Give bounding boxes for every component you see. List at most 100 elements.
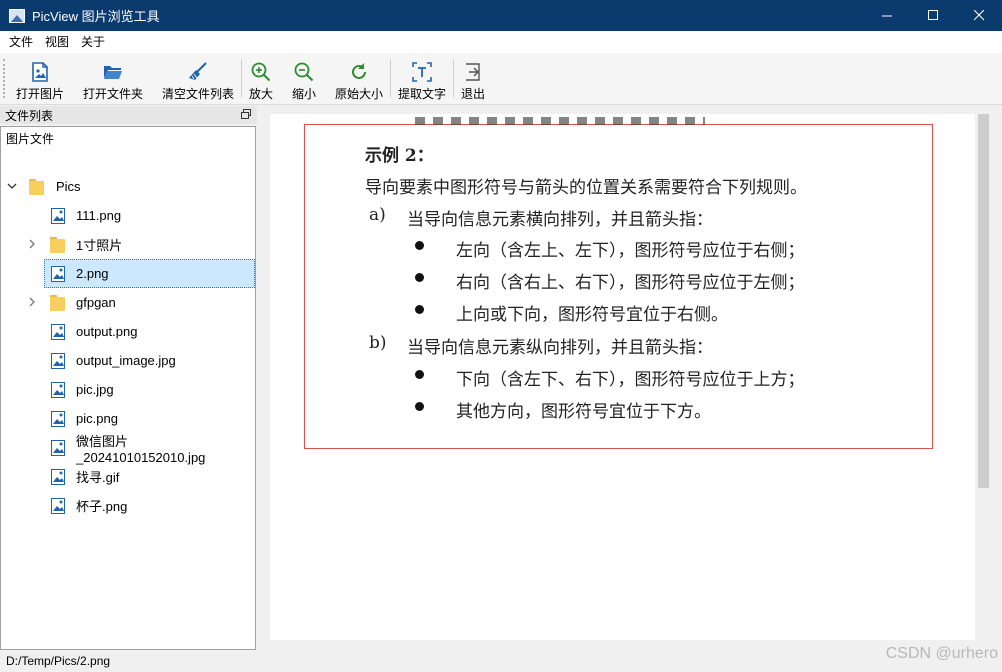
dock-title: 文件列表 <box>5 108 54 123</box>
tree-item-cup-png[interactable]: 杯子.png <box>44 491 255 520</box>
doc-marker-b: b) <box>369 333 387 353</box>
doc-bullet: 下向（含左下、右下），图形符号应位于上方； <box>456 370 805 390</box>
tree-item-label: Pics <box>56 179 81 194</box>
doc-bullet: 上向或下向，图形符号宜位于右侧。 <box>456 305 728 325</box>
file-list-dock: 文件列表 图片文件 Pics 111.png 1寸照片 2.png gfpgan… <box>0 106 257 650</box>
folder-icon <box>50 293 65 311</box>
tree-item-label: output_image.jpg <box>76 353 176 368</box>
tree-item-wechat-image[interactable]: 微信图片_20241010152010.jpg <box>44 433 255 465</box>
tree-item-label: 2.png <box>76 266 109 281</box>
app-icon <box>9 8 25 23</box>
image-file-icon <box>51 381 65 398</box>
minimize-button[interactable] <box>864 0 910 31</box>
menu-file[interactable]: 文件 <box>3 31 39 53</box>
chevron-down-icon[interactable] <box>6 180 18 192</box>
tree-item-find-gif[interactable]: 找寻.gif <box>44 462 255 491</box>
image-file-icon <box>51 265 65 282</box>
tree-item-label: 杯子.png <box>76 499 128 514</box>
bullet-icon <box>415 402 424 411</box>
toolbar-separator <box>390 59 391 98</box>
tree-folder-gfpgan[interactable]: gfpgan <box>1 288 255 317</box>
menu-bar: 文件 视图 关于 <box>0 31 1002 53</box>
close-button[interactable] <box>956 0 1002 31</box>
tree-item-output-image-jpg[interactable]: output_image.jpg <box>44 346 255 375</box>
title-bar: PicView 图片浏览工具 <box>0 0 1002 31</box>
zoom-out-button[interactable]: 缩小 <box>291 53 317 104</box>
toolbar: 打开图片 打开文件夹 清空文件列表 放大 缩小 原始大小 提取文字 退出 <box>0 53 1002 105</box>
open-image-icon <box>29 61 51 83</box>
zoom-out-icon <box>293 61 315 83</box>
image-file-icon <box>51 352 65 369</box>
vertical-scrollbar[interactable] <box>975 114 992 640</box>
image-file-icon <box>51 439 65 456</box>
extract-text-button[interactable]: 提取文字 <box>397 53 447 104</box>
image-file-icon <box>51 468 65 485</box>
chevron-right-icon[interactable] <box>26 238 38 250</box>
minimize-icon <box>881 15 892 17</box>
float-icon[interactable] <box>240 108 252 120</box>
chevron-right-icon[interactable] <box>26 296 38 308</box>
tree-item-label: gfpgan <box>76 295 116 310</box>
window-controls <box>864 0 1002 31</box>
open-image-button[interactable]: 打开图片 <box>15 53 65 104</box>
doc-heading: 示例 2： <box>365 146 434 166</box>
refresh-icon <box>348 61 370 83</box>
tree-folder-pics[interactable]: Pics <box>1 172 255 201</box>
bullet-icon <box>415 241 424 250</box>
maximize-button[interactable] <box>910 0 956 31</box>
bullet-icon <box>415 305 424 314</box>
doc-marker-a: a) <box>369 205 386 225</box>
tree-item-label: 1寸照片 <box>76 238 123 253</box>
doc-item-b: 当导向信息元素纵向排列，并且箭头指： <box>407 338 713 358</box>
maximize-icon <box>927 10 938 20</box>
status-bar: D:/Temp/Pics/2.png <box>0 650 1002 672</box>
original-size-label: 原始大小 <box>334 87 383 101</box>
bullet-icon <box>415 370 424 379</box>
exit-icon <box>462 61 484 83</box>
status-path: D:/Temp/Pics/2.png <box>6 654 111 668</box>
tree-folder-1inch-photo[interactable]: 1寸照片 <box>1 230 255 259</box>
image-file-icon <box>51 207 65 224</box>
watermark: CSDN @urhero <box>885 645 998 662</box>
menu-view[interactable]: 视图 <box>39 31 75 53</box>
doc-item-a: 当导向信息元素横向排列，并且箭头指： <box>407 210 713 230</box>
folder-icon <box>29 177 44 195</box>
zoom-in-button[interactable]: 放大 <box>248 53 274 104</box>
folder-open-icon <box>102 61 124 83</box>
image-file-icon <box>51 410 65 427</box>
tree-item-label: 111.png <box>76 208 122 223</box>
clear-list-button[interactable]: 清空文件列表 <box>161 53 235 104</box>
dock-title-bar[interactable]: 文件列表 <box>0 106 257 124</box>
clear-list-label: 清空文件列表 <box>161 87 234 101</box>
toolbar-grip[interactable] <box>3 59 9 98</box>
text-scan-icon <box>411 61 433 83</box>
zoom-in-icon <box>250 61 272 83</box>
tree-item-label: 找寻.gif <box>76 470 120 485</box>
toolbar-separator <box>453 59 454 98</box>
tree-item-pic-png[interactable]: pic.png <box>44 404 255 433</box>
exit-button[interactable]: 退出 <box>460 53 486 104</box>
tree-item-label: output.png <box>76 324 138 339</box>
tree-item-pic-jpg[interactable]: pic.jpg <box>44 375 255 404</box>
doc-bullet: 其他方向，图形符号宜位于下方。 <box>456 402 711 422</box>
doc-intro: 导向要素中图形符号与箭头的位置关系需要符合下列规则。 <box>365 178 807 198</box>
file-tree[interactable]: 图片文件 Pics 111.png 1寸照片 2.png gfpgan outp… <box>0 126 256 650</box>
broom-icon <box>187 61 209 83</box>
exit-label: 退出 <box>460 87 485 101</box>
tree-item-label: pic.png <box>76 411 118 426</box>
tree-item-111-png[interactable]: 111.png <box>44 201 255 230</box>
tree-item-output-png[interactable]: output.png <box>44 317 255 346</box>
toolbar-separator <box>241 59 242 98</box>
tree-item-2-png[interactable]: 2.png <box>44 259 255 288</box>
menu-about[interactable]: 关于 <box>75 31 111 53</box>
open-folder-button[interactable]: 打开文件夹 <box>82 53 144 104</box>
open-image-label: 打开图片 <box>15 87 64 101</box>
image-file-icon <box>51 497 65 514</box>
image-file-icon <box>51 323 65 340</box>
tree-item-label: pic.jpg <box>76 382 114 397</box>
original-size-button[interactable]: 原始大小 <box>334 53 384 104</box>
tree-header: 图片文件 <box>6 131 55 146</box>
scrollbar-thumb[interactable] <box>978 114 989 488</box>
displayed-image: 示例 2： 导向要素中图形符号与箭头的位置关系需要符合下列规则。 a) 当导向信… <box>304 117 933 449</box>
image-viewer[interactable]: 示例 2： 导向要素中图形符号与箭头的位置关系需要符合下列规则。 a) 当导向信… <box>270 114 975 640</box>
